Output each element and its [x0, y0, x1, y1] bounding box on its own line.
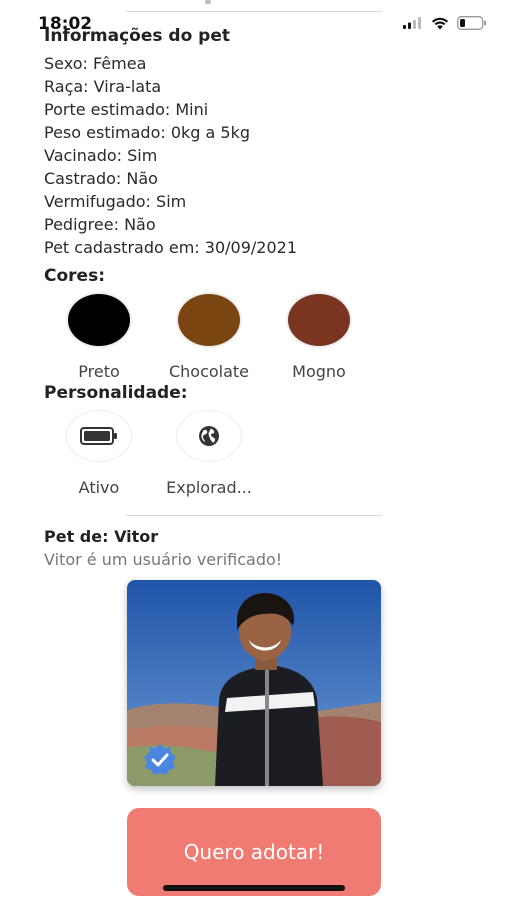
color-label: Preto — [78, 362, 120, 381]
color-item-preto: Preto — [44, 292, 154, 381]
personality-list: Ativo Explorad... — [44, 410, 264, 497]
trait-label: Ativo — [78, 478, 120, 497]
scroll-edge-mark — [205, 0, 211, 4]
owner-photo[interactable] — [127, 580, 381, 786]
trait-label: Explorad... — [166, 478, 252, 497]
info-vaccinated: Vacinado: Sim — [44, 146, 158, 165]
pet-info-title: Informações do pet — [44, 26, 230, 46]
info-castrated: Castrado: Não — [44, 169, 158, 188]
info-sex: Sexo: Fêmea — [44, 54, 147, 73]
trait-icon-circle — [176, 410, 242, 462]
color-label: Chocolate — [168, 362, 250, 381]
info-breed: Raça: Vira-lata — [44, 77, 162, 96]
section-divider — [126, 515, 382, 516]
info-registered-date: Pet cadastrado em: 30/09/2021 — [44, 238, 297, 257]
signal-icon — [403, 17, 421, 29]
info-pedigree: Pedigree: Não — [44, 215, 156, 234]
battery-icon — [80, 427, 117, 445]
owner-title: Pet de: Vitor — [44, 527, 159, 546]
personality-title: Personalidade: — [44, 383, 188, 403]
color-item-mogno: Mogno — [264, 292, 374, 381]
color-swatch-preto — [66, 292, 132, 348]
info-dewormed: Vermifugado: Sim — [44, 192, 187, 211]
color-item-chocolate: Chocolate — [154, 292, 264, 381]
status-icons — [403, 16, 487, 30]
wifi-icon — [431, 17, 449, 29]
verified-badge-icon — [144, 744, 176, 775]
owner-verified-text: Vitor é um usuário verificado! — [44, 550, 283, 569]
color-swatch-chocolate — [176, 292, 242, 348]
colors-title: Cores: — [44, 266, 105, 286]
pet-info-list: Sexo: Fêmea Raça: Vira-lata Porte estima… — [44, 52, 297, 259]
trait-item-ativo: Ativo — [44, 410, 154, 497]
info-size: Porte estimado: Mini — [44, 100, 209, 119]
globe-icon — [199, 426, 219, 446]
color-label: Mogno — [292, 362, 346, 381]
trait-item-explorador: Explorad... — [154, 410, 264, 497]
colors-list: Preto Chocolate Mogno — [44, 292, 374, 381]
home-indicator — [163, 885, 345, 891]
adopt-button[interactable]: Quero adotar! — [127, 808, 381, 896]
info-weight: Peso estimado: 0kg a 5kg — [44, 123, 251, 142]
color-swatch-mogno — [286, 292, 352, 348]
battery-status-icon — [457, 16, 486, 30]
top-divider — [126, 11, 382, 12]
trait-icon-circle — [66, 410, 132, 462]
